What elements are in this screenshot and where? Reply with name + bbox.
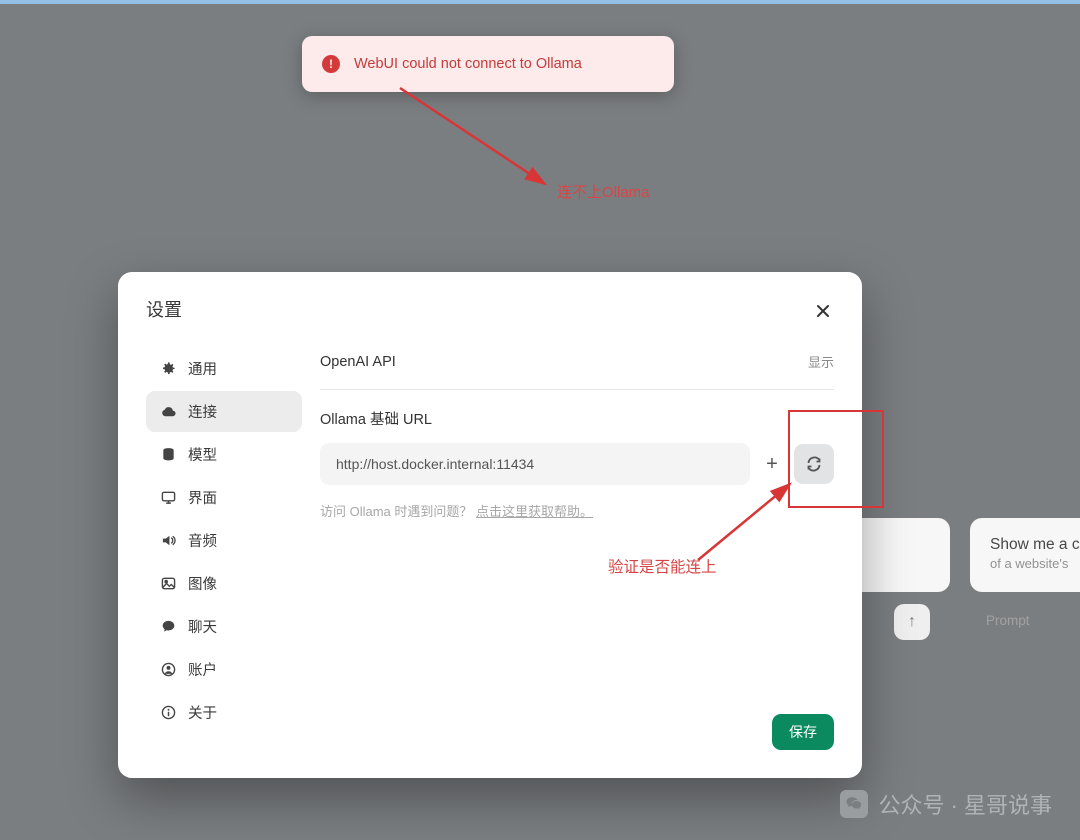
divider xyxy=(320,389,834,390)
help-prefix: 访问 Ollama 时遇到问题？ xyxy=(320,504,472,519)
error-toast: ! WebUI could not connect to Ollama xyxy=(302,36,674,92)
cloud-icon xyxy=(160,404,176,420)
ollama-url-label: Ollama 基础 URL xyxy=(320,408,834,429)
window-top-stripe xyxy=(0,0,1080,4)
chat-icon xyxy=(160,619,176,635)
annotation-text: 连不上Ollama xyxy=(557,181,650,202)
error-icon: ! xyxy=(322,55,340,73)
close-icon xyxy=(815,303,831,319)
add-url-button[interactable]: + xyxy=(760,443,784,485)
sidebar-item-models[interactable]: 模型 xyxy=(146,434,302,475)
speaker-icon xyxy=(160,533,176,549)
watermark-text: 公众号 · 星哥说事 xyxy=(878,788,1052,820)
help-link[interactable]: 点击这里获取帮助。 xyxy=(476,504,593,519)
suggestion-sub: of a website's xyxy=(990,556,1080,571)
sidebar-item-account[interactable]: 账户 xyxy=(146,649,302,690)
wechat-icon xyxy=(840,790,868,818)
user-icon xyxy=(160,662,176,678)
sidebar-item-label: 通用 xyxy=(188,358,217,379)
stack-icon xyxy=(160,447,176,463)
annotation-arrow-icon xyxy=(380,80,570,200)
sidebar-item-label: 聊天 xyxy=(188,616,217,637)
sidebar-item-connection[interactable]: 连接 xyxy=(146,391,302,432)
settings-pane: OpenAI API 显示 Ollama 基础 URL + 访问 Ollama … xyxy=(320,348,834,702)
sidebar-item-about[interactable]: 关于 xyxy=(146,692,302,733)
suggestion-title: Show me a c xyxy=(990,536,1080,554)
ollama-url-input[interactable] xyxy=(320,443,750,485)
openai-api-label: OpenAI API xyxy=(320,354,396,370)
sidebar-item-label: 音频 xyxy=(188,530,217,551)
settings-modal: 设置 通用 连接 模型 界面 音频 xyxy=(118,272,862,778)
sidebar-item-label: 账户 xyxy=(188,659,217,680)
annotation-text: 验证是否能连上 xyxy=(608,555,717,577)
sidebar-item-label: 模型 xyxy=(188,444,217,465)
sidebar-item-chat[interactable]: 聊天 xyxy=(146,606,302,647)
modal-title: 设置 xyxy=(146,296,834,322)
sidebar-item-label: 界面 xyxy=(188,487,217,508)
gear-icon xyxy=(160,361,176,377)
sidebar-item-image[interactable]: 图像 xyxy=(146,563,302,604)
sidebar-item-label: 关于 xyxy=(188,702,217,723)
sidebar-item-label: 图像 xyxy=(188,573,217,594)
watermark: 公众号 · 星哥说事 xyxy=(840,788,1052,820)
send-button[interactable]: ↑ xyxy=(894,604,930,640)
show-button[interactable]: 显示 xyxy=(808,352,834,371)
help-text: 访问 Ollama 时遇到问题？ 点击这里获取帮助。 xyxy=(320,501,834,520)
sidebar-item-audio[interactable]: 音频 xyxy=(146,520,302,561)
sidebar-item-interface[interactable]: 界面 xyxy=(146,477,302,518)
save-button[interactable]: 保存 xyxy=(772,714,834,750)
info-icon xyxy=(160,705,176,721)
monitor-icon xyxy=(160,490,176,506)
close-button[interactable] xyxy=(812,300,834,322)
error-message: WebUI could not connect to Ollama xyxy=(354,56,582,72)
sidebar-item-general[interactable]: 通用 xyxy=(146,348,302,389)
sidebar-item-label: 连接 xyxy=(188,401,217,422)
refresh-button[interactable] xyxy=(794,444,834,484)
prompt-input-label: Prompt xyxy=(986,613,1030,628)
settings-sidebar: 通用 连接 模型 界面 音频 图像 xyxy=(146,348,302,702)
suggestion-card[interactable]: Show me a c of a website's xyxy=(970,518,1080,592)
refresh-icon xyxy=(806,456,822,472)
image-icon xyxy=(160,576,176,592)
